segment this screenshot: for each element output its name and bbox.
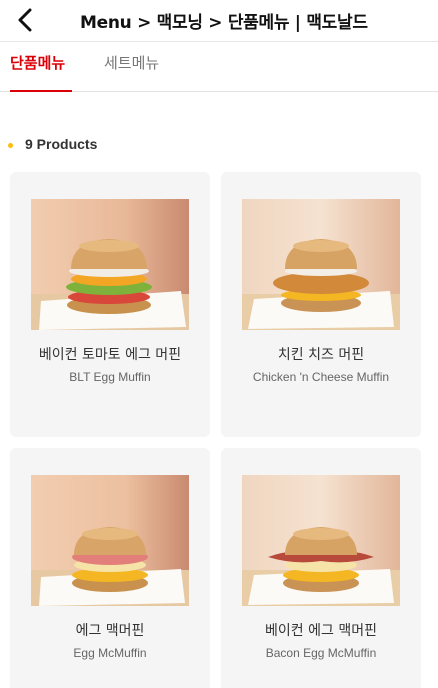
product-image xyxy=(242,199,400,330)
back-button[interactable] xyxy=(10,6,40,34)
product-image xyxy=(242,475,400,606)
product-card-blt-egg-muffin[interactable]: 베이컨 토마토 에그 머핀 BLT Egg Muffin xyxy=(10,172,210,437)
product-count: 9 Products xyxy=(8,136,97,152)
page-title: Menu > 맥모닝 > 단품메뉴 | 맥도날드 xyxy=(80,13,368,33)
product-card-egg-mcmuffin[interactable]: 에그 맥머핀 Egg McMuffin xyxy=(10,448,210,688)
product-name-ko: 베이컨 토마토 에그 머핀 xyxy=(38,347,182,363)
product-name-en: Chicken 'n Cheese Muffin xyxy=(252,370,390,384)
product-image xyxy=(31,475,189,606)
product-card-chicken-cheese-muffin[interactable]: 치킨 치즈 머핀 Chicken 'n Cheese Muffin xyxy=(221,172,421,437)
product-name-ko: 에그 맥머핀 xyxy=(75,623,145,639)
product-name-en: Bacon Egg McMuffin xyxy=(265,646,377,660)
product-name-ko: 베이컨 에그 맥머핀 xyxy=(265,623,377,639)
product-name-ko: 치킨 치즈 머핀 xyxy=(277,347,365,363)
product-name-en: Egg McMuffin xyxy=(73,646,147,660)
tab-single-menu[interactable]: 단품메뉴 xyxy=(10,52,72,92)
top-header: Menu > 맥모닝 > 단품메뉴 | 맥도날드 xyxy=(0,0,438,42)
tab-set-menu[interactable]: 세트메뉴 xyxy=(104,52,159,92)
chevron-left-icon xyxy=(18,8,32,32)
menu-tabs: 단품메뉴 세트메뉴 xyxy=(0,43,438,92)
product-card-bacon-egg-mcmuffin[interactable]: 베이컨 에그 맥머핀 Bacon Egg McMuffin xyxy=(221,448,421,688)
product-name-en: BLT Egg Muffin xyxy=(69,370,151,384)
product-count-text: 9 Products xyxy=(25,136,98,152)
product-image xyxy=(31,199,189,330)
bullet-dot-icon xyxy=(8,143,13,148)
